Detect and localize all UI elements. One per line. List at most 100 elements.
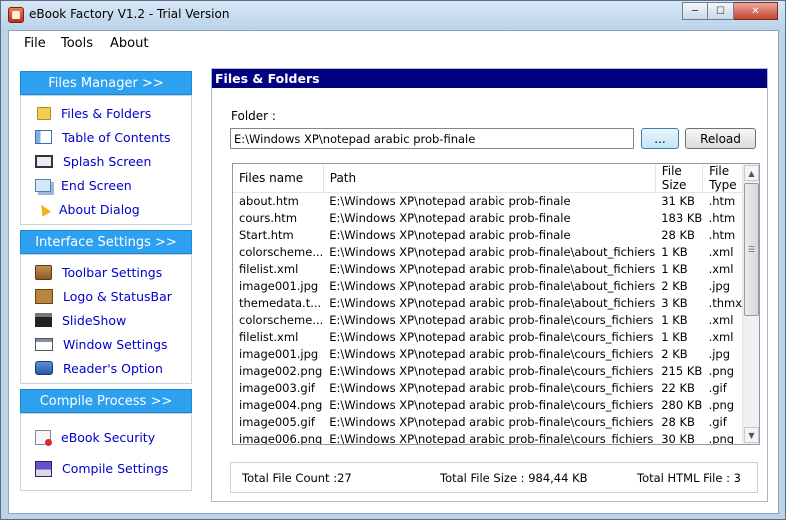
end-screen-icon [35,178,51,192]
scroll-thumb[interactable]: ☰ [744,183,759,316]
nav-table-of-contents[interactable]: Table of Contents [21,125,191,149]
table-row[interactable]: image002.png E:\Windows XP\notepad arabic… [233,363,743,380]
cell-file-type: .htm [708,194,736,209]
column-header-file-size[interactable]: File Size [655,164,704,193]
cell-file-name: Start.htm [239,228,294,242]
browse-button[interactable]: ... [641,128,679,149]
table-row[interactable]: image006.png E:\Windows XP\notepad arabic… [233,431,743,445]
nav-about-dialog[interactable]: About Dialog [21,197,191,221]
column-header-path[interactable]: Path [323,164,656,193]
nav-label: Compile Settings [62,461,169,476]
vertical-scrollbar[interactable]: ▲ ☰ ▼ [742,164,759,444]
folder-icon [37,106,51,120]
cell-path: E:\Windows XP\notepad arabic prob-finale… [329,330,654,344]
maximize-button[interactable]: ☐ [708,2,734,20]
table-row[interactable]: filelist.xml E:\Windows XP\notepad arabic… [233,261,743,278]
menu-bar: File Tools About [9,31,778,57]
cell-file-name: image004.png [239,398,323,412]
cell-path: E:\Windows XP\notepad arabic prob-finale [329,194,571,209]
cell-file-name: image005.gif [239,415,315,429]
cell-file-size: 22 KB [661,381,695,395]
scroll-down-arrow-icon[interactable]: ▼ [744,427,759,443]
nav-label: eBook Security [61,430,156,445]
reload-button[interactable]: Reload [685,128,756,149]
cell-file-type: .png [708,432,735,445]
cell-path: E:\Windows XP\notepad arabic prob-finale… [329,432,654,445]
client-area: File Tools About Files Manager >> Files … [8,30,779,514]
cell-file-type: .xml [708,313,734,327]
total-file-size: Total File Size : 984,44 KB [440,471,588,485]
nav-slideshow[interactable]: SlideShow [21,308,191,332]
table-row[interactable]: colorscheme... E:\Windows XP\notepad arab… [233,244,743,261]
nav-files-folders[interactable]: Files & Folders [21,101,191,125]
title-bar[interactable]: eBook Factory V1.2 - Trial Version ─ ☐ ✕ [1,1,785,29]
cell-path: E:\Windows XP\notepad arabic prob-finale… [329,398,654,412]
nav-toolbar-settings[interactable]: Toolbar Settings [21,260,191,284]
menu-tools[interactable]: Tools [61,36,93,51]
nav-splash-screen[interactable]: Splash Screen [21,149,191,173]
cell-path: E:\Windows XP\notepad arabic prob-finale… [329,279,656,293]
menu-file[interactable]: File [24,36,46,51]
close-button[interactable]: ✕ [734,2,778,20]
compile-process-header[interactable]: Compile Process >> [20,389,192,413]
interface-settings-header[interactable]: Interface Settings >> [20,230,192,254]
nav-label: SlideShow [62,312,127,328]
cell-file-type: .xml [708,245,734,259]
nav-label: End Screen [61,177,132,193]
cell-file-type: .htm [708,211,736,225]
nav-ebook-security[interactable]: eBook Security [21,422,191,453]
files-folders-panel: Files & Folders Folder : ... Reload File… [211,68,768,502]
nav-label: Table of Contents [62,129,171,145]
cell-file-name: image003.gif [239,381,315,395]
cell-file-name: image006.png [239,432,323,445]
security-icon [35,430,52,446]
cell-file-size: 1 KB [661,245,688,259]
table-row[interactable]: about.htm E:\Windows XP\notepad arabic pr… [233,193,743,210]
files-manager-header[interactable]: Files Manager >> [20,71,192,95]
table-row[interactable]: image001.jpg E:\Windows XP\notepad arabic… [233,278,743,295]
cell-file-type: .thmx [708,296,743,310]
table-row[interactable]: filelist.xml E:\Windows XP\notepad arabic… [233,329,743,346]
cell-file-type: .png [708,398,735,412]
folder-path-input[interactable] [230,128,634,149]
cell-file-size: 1 KB [661,330,688,344]
cell-file-size: 1 KB [661,262,688,276]
table-row[interactable]: image003.gif E:\Windows XP\notepad arabic… [233,380,743,397]
table-row[interactable]: image005.gif E:\Windows XP\notepad arabic… [233,414,743,431]
nav-logo-statusbar[interactable]: Logo & StatusBar [21,284,191,308]
nav-compile-settings[interactable]: Compile Settings [21,453,191,484]
minimize-button[interactable]: ─ [682,2,708,20]
about-dialog-icon [36,201,52,217]
cell-file-type: .gif [708,415,727,429]
table-row[interactable]: image001.jpg E:\Windows XP\notepad arabic… [233,346,743,363]
table-row[interactable]: colorscheme... E:\Windows XP\notepad arab… [233,312,743,329]
cell-file-name: filelist.xml [239,262,299,276]
column-header-files-name[interactable]: Files name [233,164,324,193]
cell-file-size: 30 KB [661,432,695,445]
table-row[interactable]: themedata.t... E:\Windows XP\notepad arab… [233,295,743,312]
scroll-up-arrow-icon[interactable]: ▲ [744,165,759,181]
window-title: eBook Factory V1.2 - Trial Version [29,7,230,21]
table-row[interactable]: image004.png E:\Windows XP\notepad arabic… [233,397,743,414]
cell-file-size: 28 KB [661,228,695,242]
folder-label: Folder : [231,109,276,123]
table-body: about.htm E:\Windows XP\notepad arabic pr… [233,193,743,445]
table-row[interactable]: Start.htm E:\Windows XP\notepad arabic pr… [233,227,743,244]
files-manager-section: Files & Folders Table of Contents Splash… [20,95,192,225]
menu-about[interactable]: About [110,36,148,51]
nav-label: Window Settings [63,336,168,352]
cell-file-name: themedata.t... [239,296,322,310]
cell-path: E:\Windows XP\notepad arabic prob-finale… [329,347,654,361]
nav-window-settings[interactable]: Window Settings [21,332,191,356]
toc-icon [35,130,52,144]
cell-file-type: .xml [708,262,734,276]
cell-file-size: 280 KB [661,398,703,412]
nav-label: About Dialog [59,201,140,217]
nav-end-screen[interactable]: End Screen [21,173,191,197]
cell-file-name: about.htm [239,194,299,209]
cell-file-size: 28 KB [661,415,695,429]
table-row[interactable]: cours.htm E:\Windows XP\notepad arabic pr… [233,210,743,227]
column-header-file-type[interactable]: File Type [702,164,743,193]
cell-file-name: image001.jpg [239,279,319,293]
nav-readers-option[interactable]: Reader's Option [21,356,191,380]
